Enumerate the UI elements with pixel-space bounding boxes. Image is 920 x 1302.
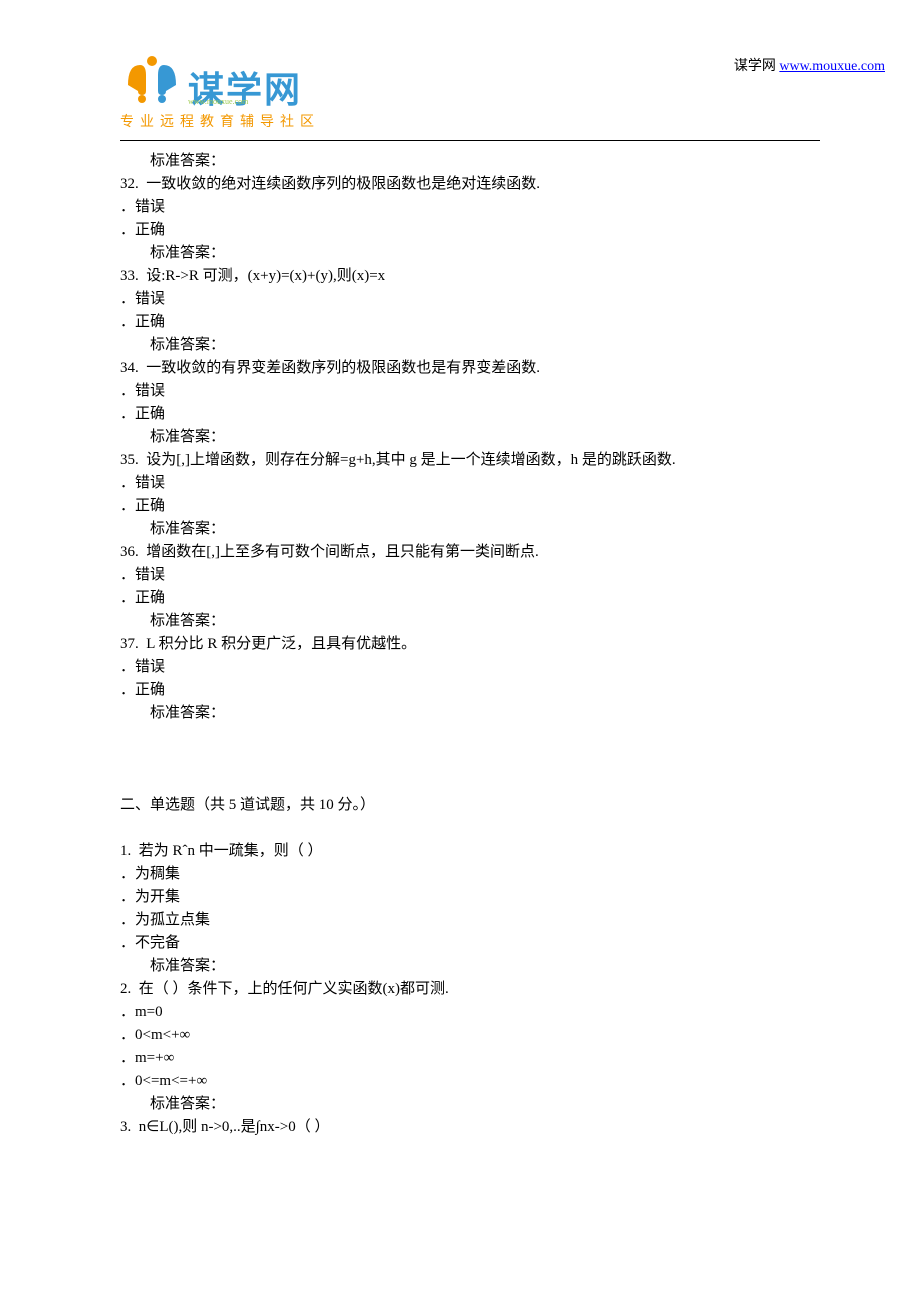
standard-answer-label: 标准答案： [120, 518, 820, 541]
question-text: n∈L(),则 n->0,..是∫nx->0（ ） [139, 1119, 330, 1135]
standard-answer-label: 标准答案： [120, 150, 820, 173]
question-number: 3. [120, 1119, 131, 1135]
mc-option: ．0<=m<=+∞ [120, 1070, 820, 1093]
question-text: 若为 Rˆn 中一疏集，则（ ） [139, 843, 323, 859]
header-divider [120, 140, 820, 141]
mc-option: ．m=0 [120, 1001, 820, 1024]
option-wrong: ．错误 [120, 288, 820, 311]
question-32: 32. 一致收敛的绝对连续函数序列的极限函数也是绝对连续函数. [120, 173, 820, 196]
question-text: 一致收敛的绝对连续函数序列的极限函数也是绝对连续函数. [146, 176, 540, 192]
logo-icon [120, 55, 184, 105]
standard-answer-label: 标准答案： [120, 610, 820, 633]
logo-subtext: www.mouxue.com [188, 97, 248, 106]
mc-question-2: 2. 在（ ）条件下，上的任何广义实函数(x)都可测. [120, 978, 820, 1001]
mc-option: ．0<m<+∞ [120, 1024, 820, 1047]
question-text: 在（ ）条件下，上的任何广义实函数(x)都可测. [139, 981, 449, 997]
logo: 谋学网 www.mouxue.com 专业远程教育辅导社区 [120, 55, 320, 127]
question-text: L 积分比 R 积分更广泛，且具有优越性。 [146, 636, 416, 652]
standard-answer-label: 标准答案： [120, 1093, 820, 1116]
document-body: 标准答案： 32. 一致收敛的绝对连续函数序列的极限函数也是绝对连续函数. ．错… [120, 150, 820, 1139]
option-wrong: ．错误 [120, 564, 820, 587]
standard-answer-label: 标准答案： [120, 426, 820, 449]
mc-question-3: 3. n∈L(),则 n->0,..是∫nx->0（ ） [120, 1116, 820, 1139]
mc-option: ．不完备 [120, 932, 820, 955]
question-34: 34. 一致收敛的有界变差函数序列的极限函数也是有界变差函数. [120, 357, 820, 380]
logo-tagline: 专业远程教育辅导社区 [120, 111, 320, 131]
question-35: 35. 设为[,]上增函数，则存在分解=g+h,其中 g 是上一个连续增函数，h… [120, 449, 820, 472]
mc-option: ．为孤立点集 [120, 909, 820, 932]
header-link[interactable]: www.mouxue.com [779, 59, 885, 74]
option-wrong: ．错误 [120, 196, 820, 219]
question-33: 33. 设:R->R 可测，(x+y)=(x)+(y),则(x)=x [120, 265, 820, 288]
option-correct: ．正确 [120, 495, 820, 518]
question-number: 37. [120, 636, 139, 652]
question-text: 增函数在[,]上至多有可数个间断点，且只能有第一类间断点. [146, 544, 539, 560]
option-wrong: ．错误 [120, 472, 820, 495]
option-correct: ．正确 [120, 587, 820, 610]
question-number: 1. [120, 843, 131, 859]
option-wrong: ．错误 [120, 380, 820, 403]
mc-option: ．为稠集 [120, 863, 820, 886]
page-header: 谋学网 www.mouxue.com 专业远程教育辅导社区 [120, 55, 820, 135]
standard-answer-label: 标准答案： [120, 702, 820, 725]
question-text: 一致收敛的有界变差函数序列的极限函数也是有界变差函数. [146, 360, 540, 376]
header-right-label: 谋学网 [734, 59, 780, 74]
option-wrong: ．错误 [120, 656, 820, 679]
question-number: 36. [120, 544, 139, 560]
mc-question-1: 1. 若为 Rˆn 中一疏集，则（ ） [120, 840, 820, 863]
option-correct: ．正确 [120, 311, 820, 334]
standard-answer-label: 标准答案： [120, 334, 820, 357]
header-right: 谋学网 www.mouxue.com [734, 55, 885, 75]
standard-answer-label: 标准答案： [120, 242, 820, 265]
option-correct: ．正确 [120, 219, 820, 242]
question-number: 35. [120, 452, 139, 468]
question-number: 33. [120, 268, 139, 284]
question-text: 设:R->R 可测，(x+y)=(x)+(y),则(x)=x [146, 268, 385, 284]
question-text: 设为[,]上增函数，则存在分解=g+h,其中 g 是上一个连续增函数，h 是的跳… [146, 452, 675, 468]
standard-answer-label: 标准答案： [120, 955, 820, 978]
mc-option: ．为开集 [120, 886, 820, 909]
mc-option: ．m=+∞ [120, 1047, 820, 1070]
question-number: 32. [120, 176, 139, 192]
question-36: 36. 增函数在[,]上至多有可数个间断点，且只能有第一类间断点. [120, 541, 820, 564]
option-correct: ．正确 [120, 679, 820, 702]
question-number: 2. [120, 981, 131, 997]
option-correct: ．正确 [120, 403, 820, 426]
section-2-title: 二、单选题（共 5 道试题，共 10 分。） [120, 794, 820, 817]
question-37: 37. L 积分比 R 积分更广泛，且具有优越性。 [120, 633, 820, 656]
question-number: 34. [120, 360, 139, 376]
